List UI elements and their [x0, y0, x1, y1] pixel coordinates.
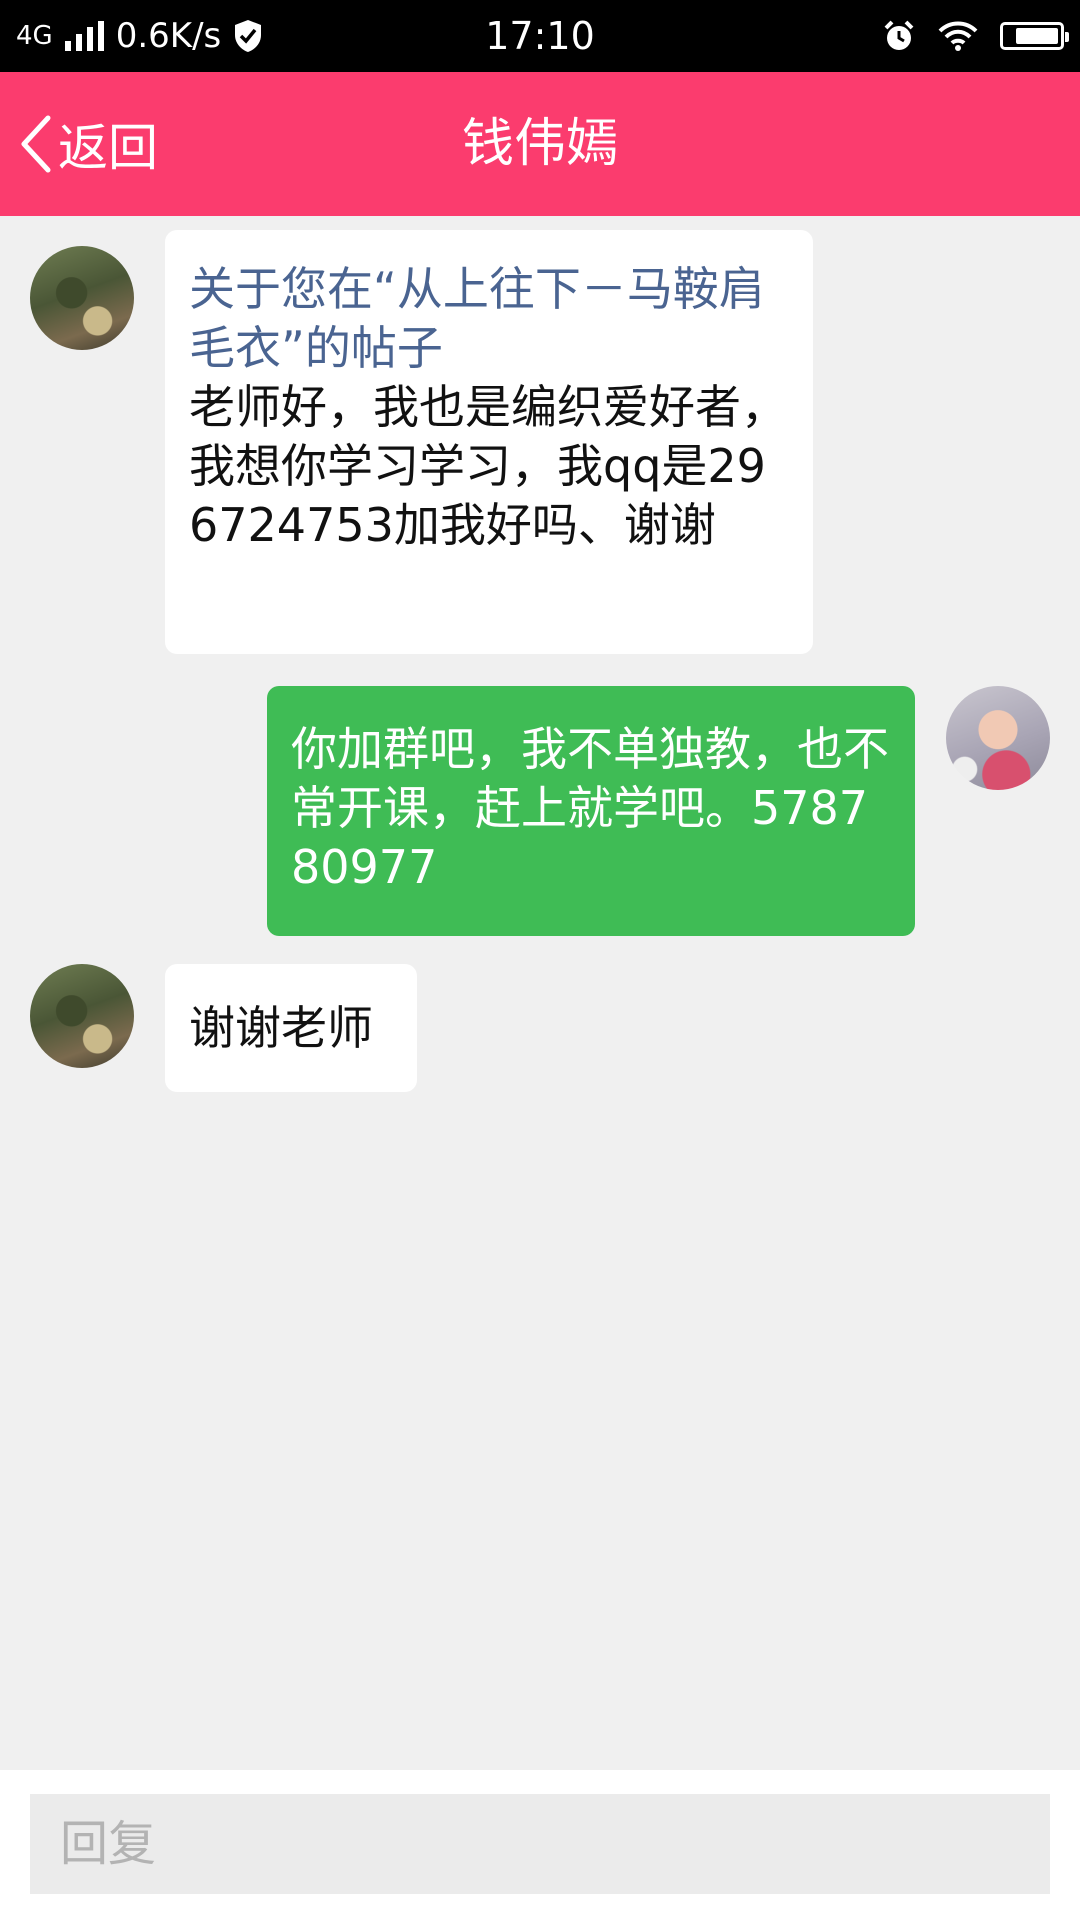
message-text: 你加群吧，我不单独教，也不常开课，赶上就学吧。578780977	[291, 722, 889, 894]
message-row-sent: 你加群吧，我不单独教，也不常开课，赶上就学吧。578780977	[0, 686, 1080, 936]
back-button[interactable]: 返回	[18, 72, 158, 216]
page-title: 钱伟嫣	[461, 114, 618, 174]
wifi-icon	[938, 21, 978, 51]
sender-avatar[interactable]	[30, 964, 134, 1068]
battery-icon	[1000, 22, 1069, 50]
chevron-left-icon	[21, 115, 51, 173]
back-label: 返回	[58, 119, 158, 177]
message-bubble-received[interactable]: 谢谢老师	[165, 964, 417, 1092]
my-avatar[interactable]	[946, 686, 1050, 790]
nav-bar: 返回 钱伟嫣	[0, 72, 1080, 216]
message-row-received: 关于您在“从上往下－马鞍肩毛衣”的帖子 老师好，我也是编织爱好者，我想你学习学习…	[0, 230, 1080, 654]
reply-bar	[0, 1770, 1080, 1920]
alarm-icon	[884, 20, 914, 50]
message-text: 谢谢老师	[189, 1001, 373, 1055]
status-bar: 4G 0.6K/s 17:10	[0, 0, 1080, 72]
post-reference-link[interactable]: 关于您在“从上往下－马鞍肩毛衣”的帖子	[189, 260, 789, 378]
chat-area[interactable]: 关于您在“从上往下－马鞍肩毛衣”的帖子 老师好，我也是编织爱好者，我想你学习学习…	[0, 216, 1080, 1770]
reply-input[interactable]	[30, 1794, 1050, 1894]
status-right	[882, 0, 1069, 72]
message-bubble-sent[interactable]: 你加群吧，我不单独教，也不常开课，赶上就学吧。578780977	[267, 686, 915, 936]
message-row-received: 谢谢老师	[0, 964, 1080, 1092]
message-text: 老师好，我也是编织爱好者，我想你学习学习，我qq是296724753加我好吗、谢…	[189, 380, 787, 552]
battery-level-fill	[1016, 28, 1058, 44]
message-bubble-received[interactable]: 关于您在“从上往下－马鞍肩毛衣”的帖子 老师好，我也是编织爱好者，我想你学习学习…	[165, 230, 813, 654]
sender-avatar[interactable]	[30, 246, 134, 350]
